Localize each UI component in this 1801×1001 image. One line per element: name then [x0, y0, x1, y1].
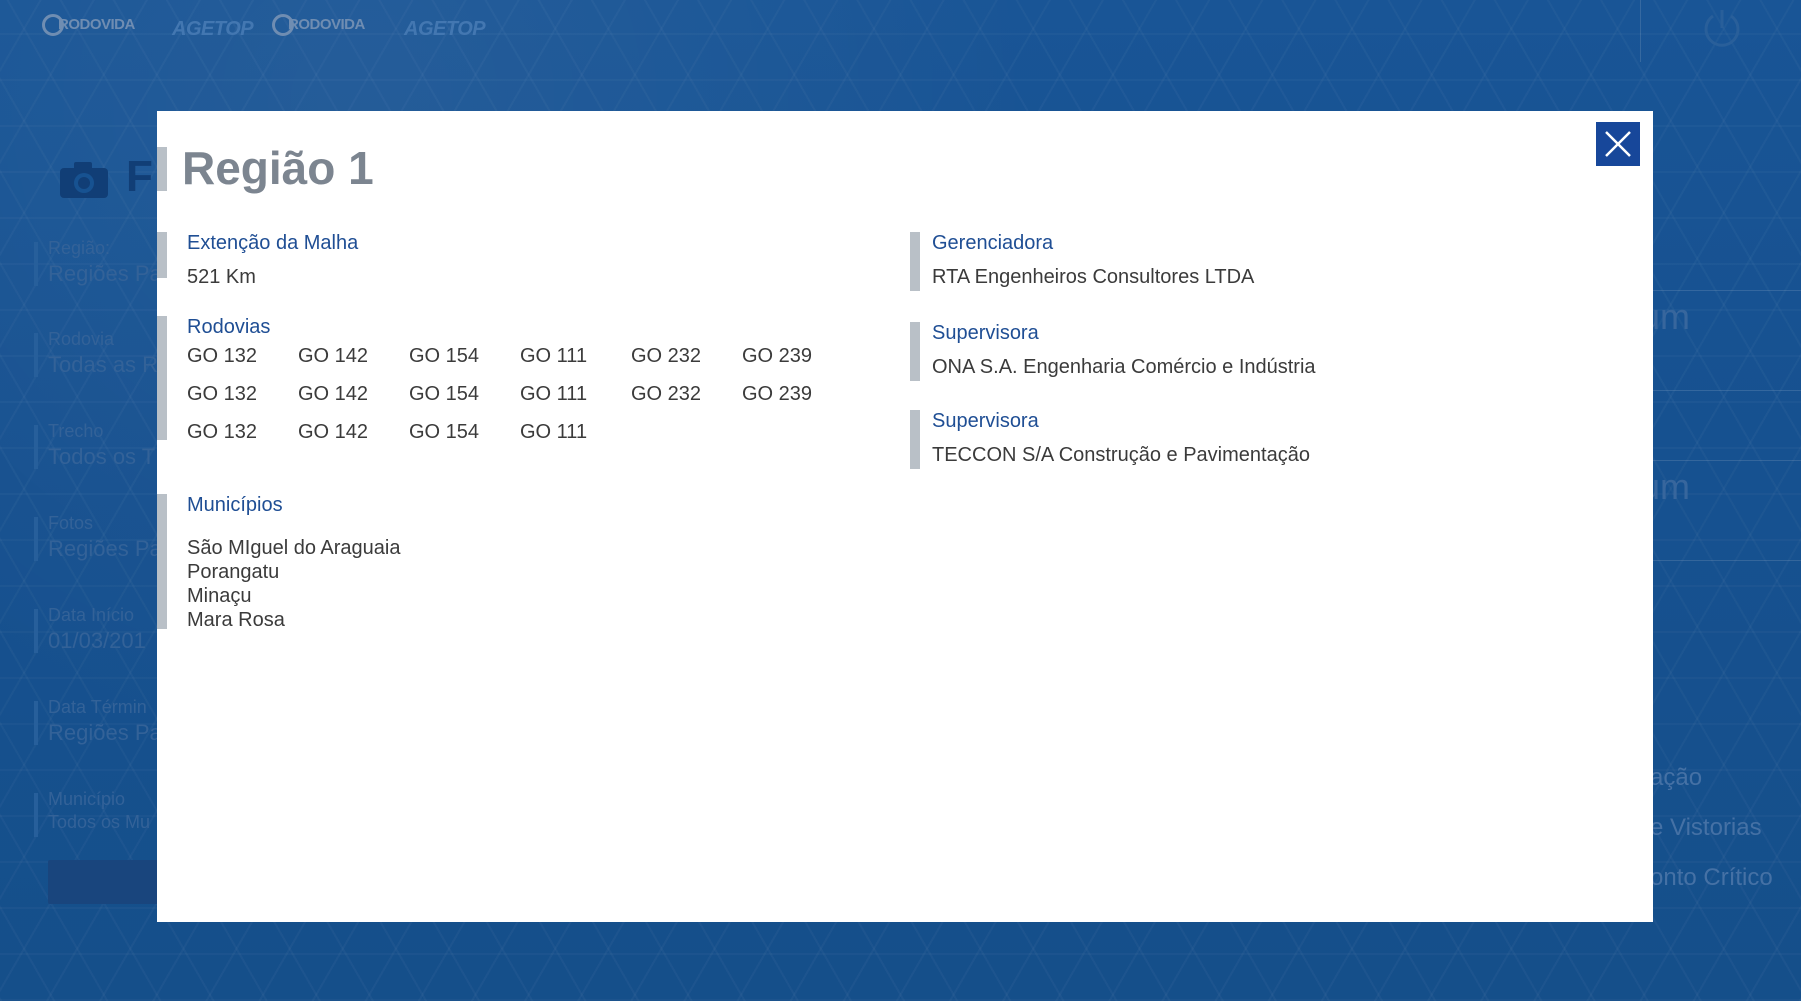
close-button[interactable]	[1596, 122, 1640, 166]
section-municipios: Municípios São MIguel do Araguaia Porang…	[157, 494, 857, 634]
section-supervisora-1: Supervisora ONA S.A. Engenharia Comércio…	[910, 322, 1610, 382]
close-icon	[1605, 131, 1631, 157]
supervisora-1-label: Supervisora	[932, 322, 1039, 344]
section-bar	[157, 232, 167, 278]
section-rodovias: Rodovias GO 132 GO 142 GO 154 GO 111 GO …	[157, 316, 897, 451]
municipio-item: Minaçu	[187, 585, 252, 607]
rodovia-item: GO 239	[742, 383, 813, 405]
rodovia-item: GO 154	[409, 383, 480, 405]
rodovia-item: GO 239	[742, 345, 813, 367]
rodovias-grid: GO 132 GO 142 GO 154 GO 111 GO 232 GO 23…	[187, 345, 853, 443]
rodovia-item: GO 132	[187, 421, 258, 443]
section-bar	[910, 410, 920, 469]
rodovia-item: GO 232	[631, 345, 702, 367]
rodovia-item: GO 154	[409, 345, 480, 367]
modal-title: Região 1	[182, 142, 374, 194]
section-supervisora-2: Supervisora TECCON S/A Construção e Pavi…	[910, 410, 1610, 470]
rodovias-label: Rodovias	[187, 316, 271, 338]
municipio-item: Porangatu	[187, 561, 280, 583]
section-extensao: Extenção da Malha 521 Km	[157, 232, 857, 292]
section-bar	[910, 322, 920, 381]
title-accent-bar	[157, 147, 167, 191]
section-gerenciadora: Gerenciadora RTA Engenheiros Consultores…	[910, 232, 1610, 292]
rodovia-item: GO 132	[187, 383, 258, 405]
gerenciadora-value: RTA Engenheiros Consultores LTDA	[932, 266, 1255, 288]
supervisora-2-value: TECCON S/A Construção e Pavimentação	[932, 444, 1310, 466]
supervisora-2-label: Supervisora	[932, 410, 1039, 432]
section-bar	[910, 232, 920, 291]
municipio-item: Mara Rosa	[187, 609, 285, 631]
rodovia-item: GO 142	[298, 421, 369, 443]
gerenciadora-label: Gerenciadora	[932, 232, 1054, 254]
rodovia-item: GO 142	[298, 345, 369, 367]
extensao-label: Extenção da Malha	[187, 232, 359, 254]
supervisora-1-value: ONA S.A. Engenharia Comércio e Indústria	[932, 356, 1316, 378]
rodovia-item: GO 111	[520, 421, 588, 443]
rodovia-item: GO 232	[631, 383, 702, 405]
section-bar	[157, 316, 167, 440]
municipios-label: Municípios	[187, 494, 283, 516]
extensao-value: 521 Km	[187, 266, 256, 288]
rodovia-item: GO 132	[187, 345, 258, 367]
region-modal: Região 1 Extenção da Malha 521 Km Rodovi…	[157, 111, 1653, 922]
municipio-item: São MIguel do Araguaia	[187, 537, 401, 559]
rodovia-item: GO 111	[520, 383, 588, 405]
rodovia-item: GO 154	[409, 421, 480, 443]
section-bar	[157, 494, 167, 629]
rodovia-item: GO 111	[520, 345, 588, 367]
municipios-list: São MIguel do Araguaia Porangatu Minaçu …	[187, 536, 401, 632]
rodovia-item: GO 142	[298, 383, 369, 405]
